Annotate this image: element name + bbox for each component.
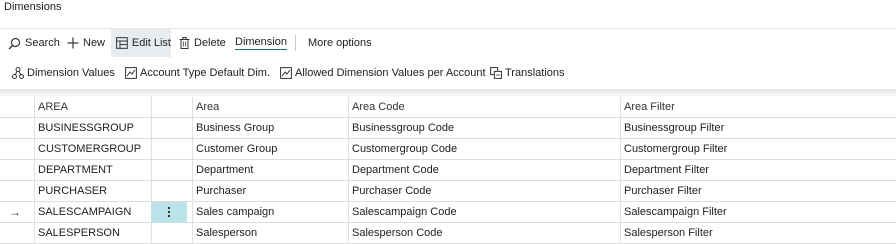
allowed-dimension-values-button[interactable]: Allowed Dimension Values per Account [280,65,486,81]
search-icon [8,37,21,49]
new-label: New [83,37,106,49]
table-row[interactable]: DEPARTMENT Department Department Code De… [0,160,896,181]
table-row-selected[interactable]: → SALESCAMPAIGN Sales campaign Salescamp… [0,202,896,223]
cell-name[interactable]: Customer Group [192,139,348,159]
toolbar-shadow [0,89,896,97]
delete-label: Delete [194,37,226,49]
more-options-button[interactable]: More options [308,29,372,57]
cell-name[interactable]: Area [192,97,348,117]
cell-code[interactable]: BUSINESSGROUP [34,118,151,138]
cell-name[interactable]: Sales campaign [192,202,348,222]
dimension-values-label: Dimension Values [27,67,115,79]
plus-icon [67,37,79,49]
cell-code[interactable]: SALESCAMPAIGN [34,202,151,222]
cell-code-caption[interactable]: Businessgroup Code [348,118,620,138]
allowed-dimension-values-label: Allowed Dimension Values per Account [295,67,486,79]
table-row[interactable]: CUSTOMERGROUP Customer Group Customergro… [0,139,896,160]
dimension-values-icon [12,67,24,79]
edit-list-label: Edit List [131,37,171,49]
translations-icon [490,67,502,79]
cell-code-caption[interactable]: Purchaser Code [348,181,620,201]
cell-code[interactable]: CUSTOMERGROUP [34,139,151,159]
edit-list-icon [116,37,128,49]
edit-list-button[interactable]: Edit List [111,29,171,57]
page-title: Dimensions [4,1,62,13]
vertical-dots-icon [167,206,171,218]
translations-button[interactable]: Translations [490,65,565,81]
arrow-right-icon: → [9,205,21,219]
delete-button[interactable]: Delete [179,29,226,57]
cell-filter-caption[interactable]: Purchaser Filter [620,181,896,201]
cell-name[interactable]: Business Group [192,118,348,138]
cell-name[interactable]: Purchaser [192,181,348,201]
cell-code[interactable]: DEPARTMENT [34,160,151,180]
report-icon [280,67,292,79]
cell-name[interactable]: Department [192,160,348,180]
table-row[interactable]: BUSINESSGROUP Business Group Businessgro… [0,118,896,139]
table-row[interactable]: AREA Area Area Code Area Filter [0,97,896,118]
action-bar: Search New Edit List Delete Dimension Mo… [0,28,896,58]
cell-filter-caption[interactable]: Department Filter [620,160,896,180]
secondary-action-bar: Dimension Values Account Type Default Di… [0,57,896,89]
cell-filter-caption[interactable]: Salescampaign Filter [620,202,896,222]
new-button[interactable]: New [67,29,105,57]
account-type-default-dim-label: Account Type Default Dim. [140,67,271,79]
search-label: Search [25,37,60,49]
table-row[interactable]: PURCHASER Purchaser Purchaser Code Purch… [0,181,896,202]
cell-code-caption[interactable]: Customergroup Code [348,139,620,159]
cell-code-caption[interactable]: Area Code [348,97,620,117]
cell-code-caption[interactable]: Department Code [348,160,620,180]
dimension-values-button[interactable]: Dimension Values [12,65,115,81]
action-separator [295,35,296,51]
cell-filter-caption[interactable]: Customergroup Filter [620,139,896,159]
row-menu-button[interactable] [151,202,187,222]
search-button[interactable]: Search [8,29,60,57]
account-type-default-dim-button[interactable]: Account Type Default Dim. [125,65,270,81]
cell-code[interactable]: PURCHASER [34,181,151,201]
cell-filter-caption[interactable]: Salesperson Filter [620,223,896,243]
report-icon [125,67,137,79]
cell-filter-caption[interactable]: Businessgroup Filter [620,118,896,138]
trash-icon [179,37,190,49]
dimension-tab[interactable]: Dimension [235,29,287,57]
cell-code-caption[interactable]: Salesperson Code [348,223,620,243]
cell-code[interactable]: AREA [34,97,151,117]
translations-label: Translations [505,67,565,79]
dimension-label: Dimension [235,36,287,50]
cell-code[interactable]: SALESPERSON [34,223,151,243]
cell-filter-caption[interactable]: Area Filter [620,97,896,117]
more-options-label: More options [308,37,372,49]
cell-name[interactable]: Salesperson [192,223,348,243]
cell-code-caption[interactable]: Salescampaign Code [348,202,620,222]
